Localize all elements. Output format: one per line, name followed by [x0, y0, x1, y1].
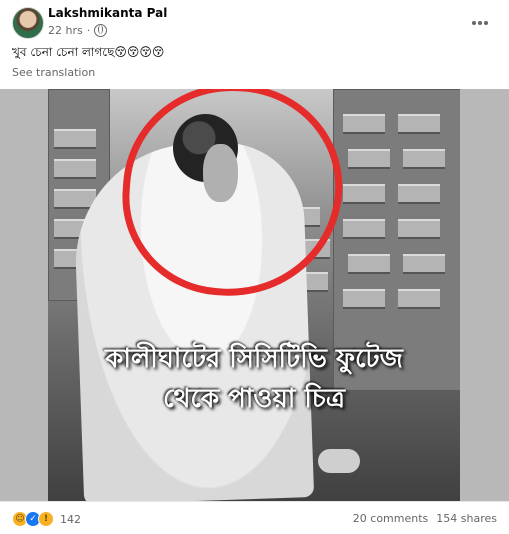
- comments-link[interactable]: 20 comments: [353, 512, 429, 525]
- cash-bundle: [398, 219, 440, 239]
- post-stats: 20 comments 154 shares: [353, 512, 497, 525]
- overlay-line-1: কালীঘাটের সিসিটিভি ফুটেজ: [105, 344, 403, 374]
- globe-icon: [94, 24, 108, 37]
- woman-hand: [318, 449, 360, 473]
- facebook-post: Lakshmikanta Pal 22 hrs · খুব চেনা চেনা …: [0, 0, 509, 533]
- more-dot: [484, 21, 488, 25]
- cash-bundle: [343, 219, 385, 239]
- post-header: Lakshmikanta Pal 22 hrs ·: [0, 0, 509, 44]
- cash-bundle: [343, 184, 385, 204]
- shares-link[interactable]: 154 shares: [436, 512, 497, 525]
- wow-icon: !: [38, 511, 54, 527]
- more-options-icon[interactable]: [468, 11, 492, 35]
- cash-bundle: [348, 149, 390, 169]
- author-avatar[interactable]: [12, 7, 44, 39]
- more-dot: [478, 21, 482, 25]
- reaction-count: 142: [60, 512, 81, 526]
- cash-bundle: [54, 159, 96, 179]
- cash-bundle: [54, 129, 96, 149]
- separator-dot: ·: [86, 24, 91, 37]
- cash-bundle: [398, 114, 440, 134]
- cash-bundle: [398, 184, 440, 204]
- author-name[interactable]: Lakshmikanta Pal: [48, 6, 167, 20]
- more-dot: [472, 21, 476, 25]
- cash-bundle: [403, 149, 445, 169]
- cash-bundle: [343, 114, 385, 134]
- cash-bundle: [348, 254, 390, 274]
- cash-bundle: [403, 254, 445, 274]
- post-time[interactable]: 22 hrs: [48, 24, 83, 37]
- post-footer: ☺ ✓ ! 142 20 comments 154 shares: [0, 501, 509, 534]
- post-meta: 22 hrs ·: [48, 24, 108, 37]
- image-caption-overlay: কালীঘাটের সিসিটিভি ফুটেজ থেকে পাওয়া চিত…: [63, 339, 445, 419]
- post-image[interactable]: কালীঘাটের সিসিটিভি ফুটেজ থেকে পাওয়া চিত…: [48, 89, 460, 501]
- cash-bundle: [343, 289, 385, 309]
- post-caption: খুব চেনা চেনা লাগছে😚😚😚😚: [12, 45, 165, 59]
- cash-bundle: [398, 289, 440, 309]
- overlay-line-2: থেকে পাওয়া চিত্র: [163, 384, 345, 414]
- reaction-summary[interactable]: ☺ ✓ ! 142: [12, 511, 81, 527]
- see-translation-link[interactable]: See translation: [12, 66, 95, 79]
